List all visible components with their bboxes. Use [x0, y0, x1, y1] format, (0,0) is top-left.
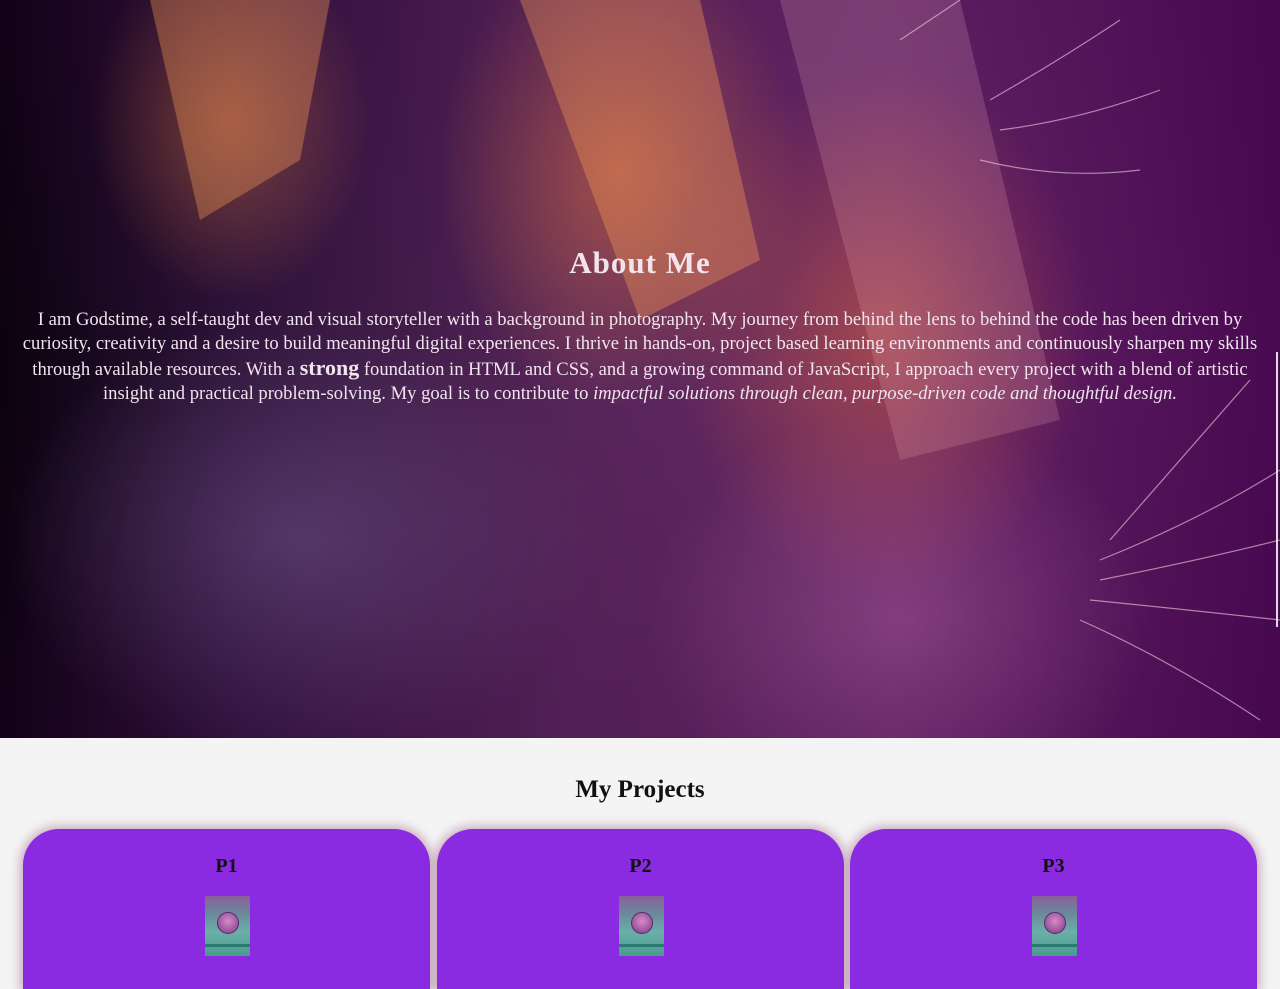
about-hero-section: About Me I am Godstime, a self-taught de… [0, 0, 1280, 738]
project-card-p2[interactable]: P2 [437, 829, 844, 989]
project-card-p3[interactable]: P3 [850, 829, 1257, 989]
about-paragraph: I am Godstime, a self-taught dev and vis… [14, 308, 1266, 406]
project-thumbnail-image[interactable] [204, 896, 250, 956]
project-card-title: P1 [215, 855, 238, 877]
avatar [630, 912, 653, 934]
thumbnail-divider [1031, 944, 1077, 947]
projects-heading: My Projects [575, 776, 705, 803]
projects-section: My Projects P1 P2 P3 [0, 738, 1280, 989]
about-heading: About Me [569, 245, 711, 280]
thumbnail-divider [618, 944, 664, 947]
scrollbar-thumb[interactable] [1276, 352, 1278, 627]
thumbnail-divider [204, 944, 250, 947]
about-strong-word: strong [299, 355, 360, 380]
avatar [216, 912, 239, 934]
project-card-p1[interactable]: P1 [23, 829, 430, 989]
about-content: About Me I am Godstime, a self-taught de… [0, 236, 1280, 406]
project-thumbnail-image[interactable] [1031, 896, 1077, 956]
project-card-title: P2 [629, 855, 652, 877]
about-emphasis: impactful solutions through clean, purpo… [593, 383, 1177, 404]
project-card-title: P3 [1042, 855, 1065, 877]
avatar [1043, 912, 1066, 934]
project-thumbnail-image[interactable] [618, 896, 664, 956]
